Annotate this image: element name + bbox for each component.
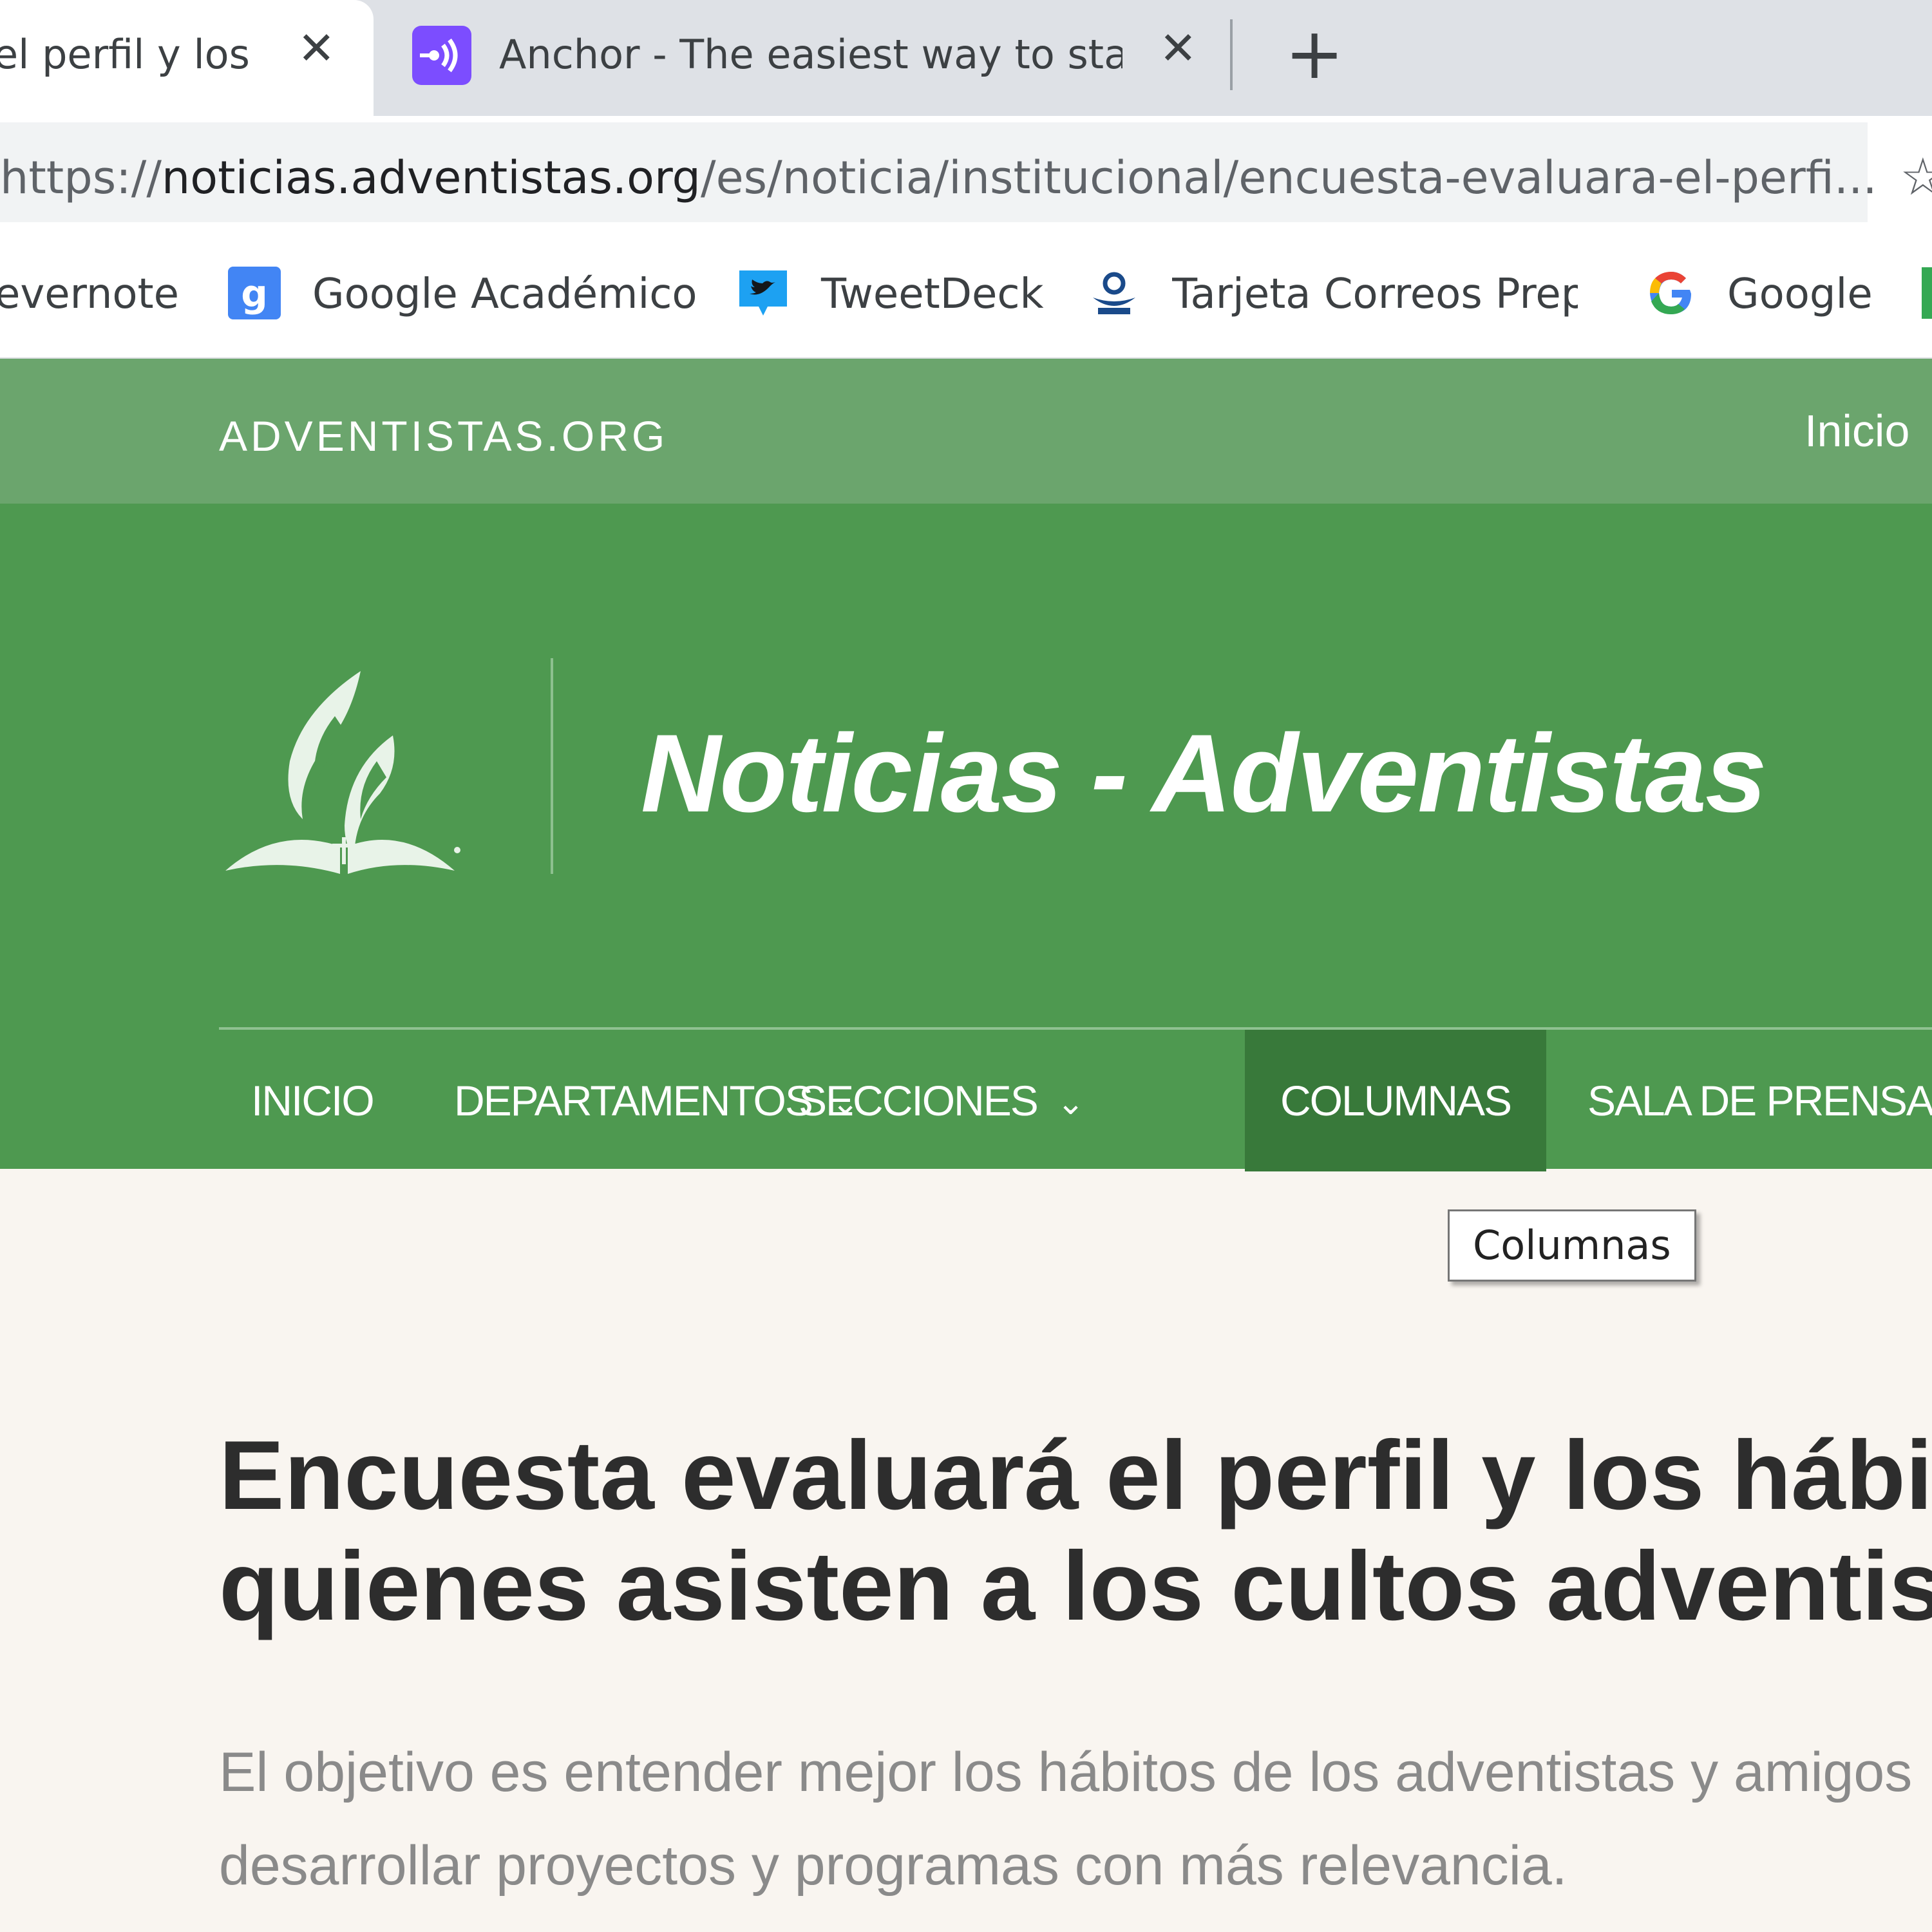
new-tab-icon[interactable]: + — [1285, 18, 1344, 89]
tab-close-icon[interactable]: ✕ — [1159, 26, 1197, 71]
tab-close-icon[interactable]: ✕ — [298, 26, 336, 71]
url-text: https://noticias.adventistas.org/es/noti… — [0, 151, 1877, 204]
tab-separator — [1230, 19, 1233, 90]
bookmark-evernote[interactable]: evernote — [0, 270, 179, 318]
site-header: Noticias - Adventistas INICIO DEPARTAMEN… — [0, 504, 1932, 1171]
tab-title: el perfil y los h — [0, 31, 264, 78]
svg-text:g: g — [241, 272, 268, 316]
nav-inicio[interactable]: INICIO — [251, 1030, 375, 1171]
address-bar[interactable]: https://noticias.adventistas.org/es/noti… — [0, 122, 1877, 222]
header-divider — [551, 658, 553, 874]
tab-strip: el perfil y los h ✕ Anchor - The easiest… — [0, 0, 1932, 116]
subtitle-line: El objetivo es entender mejor los hábito… — [219, 1741, 1913, 1803]
nav-label: INICIO — [251, 1077, 375, 1124]
nav-departamentos[interactable]: DEPARTAMENTOS ⌄ — [454, 1030, 859, 1171]
bookmark-google[interactable]: Google — [1727, 270, 1873, 318]
bookmark-tarjeta-correos[interactable]: Tarjeta Correos Prepa — [1172, 270, 1578, 318]
bookmark-tweetdeck[interactable]: TweetDeck — [821, 270, 1044, 318]
nav-columnas[interactable]: COLUMNAS — [1245, 1030, 1547, 1171]
topbar-brand-link[interactable]: ADVENTISTAS.ORG — [219, 412, 668, 460]
site-title[interactable]: Noticias - Adventistas — [641, 710, 1767, 837]
url-path: /es/noticia/institucional/encuesta-evalu… — [700, 151, 1877, 204]
bookmark-star-icon[interactable]: ☆ — [1900, 151, 1932, 203]
correos-icon — [1085, 264, 1143, 322]
headline-line: quienes asisten a los cultos adventistas — [219, 1531, 1932, 1641]
bookmark-google-academico[interactable]: Google Académico — [312, 270, 697, 318]
nav-label: DEPARTAMENTOS — [454, 1077, 813, 1124]
browser-toolbar: https://noticias.adventistas.org/es/noti… — [0, 116, 1932, 229]
topbar-inicio-link[interactable]: Inicio — [1804, 405, 1909, 457]
chevron-down-icon: ⌄ — [1056, 1084, 1085, 1122]
tab-title: Anchor - The easiest way to start — [499, 31, 1122, 78]
tab-active[interactable]: el perfil y los h ✕ — [0, 0, 374, 116]
article-subtitle: El objetivo es entender mejor los hábito… — [219, 1726, 1932, 1913]
tooltip: Columnas — [1448, 1209, 1696, 1282]
tweetdeck-icon — [734, 264, 792, 322]
url-host: noticias.adventistas.org — [161, 151, 701, 204]
google-scholar-icon: g — [225, 264, 283, 322]
google-icon — [1642, 264, 1700, 322]
nav-sala-de-prensa[interactable]: SALA DE PRENSA — [1587, 1030, 1932, 1171]
anchor-podcast-icon — [412, 26, 471, 85]
adventist-logo-icon[interactable] — [225, 665, 464, 884]
article-headline: Encuesta evaluará el perfil y los hábito… — [219, 1420, 1932, 1642]
nav-label: SALA DE PRENSA — [1587, 1077, 1932, 1124]
main-nav: INICIO DEPARTAMENTOS ⌄ SECCIONES ⌄ COLUMNA… — [219, 1027, 1932, 1171]
site-topbar: ADVENTISTAS.ORG Inicio — [0, 359, 1932, 504]
bookmark-partial-icon — [1922, 267, 1932, 319]
subtitle-line: desarrollar proyectos y programas con má… — [219, 1835, 1567, 1897]
url-scheme: https:// — [0, 151, 162, 204]
nav-secciones[interactable]: SECCIONES ⌄ — [799, 1030, 1085, 1171]
nav-label: SECCIONES — [799, 1077, 1039, 1124]
nav-label: COLUMNAS — [1280, 1077, 1512, 1124]
headline-line: Encuesta evaluará el perfil y los hábito… — [219, 1421, 1932, 1530]
bookmarks-bar: evernote g Google Académico TweetDeck Ta… — [0, 229, 1932, 359]
